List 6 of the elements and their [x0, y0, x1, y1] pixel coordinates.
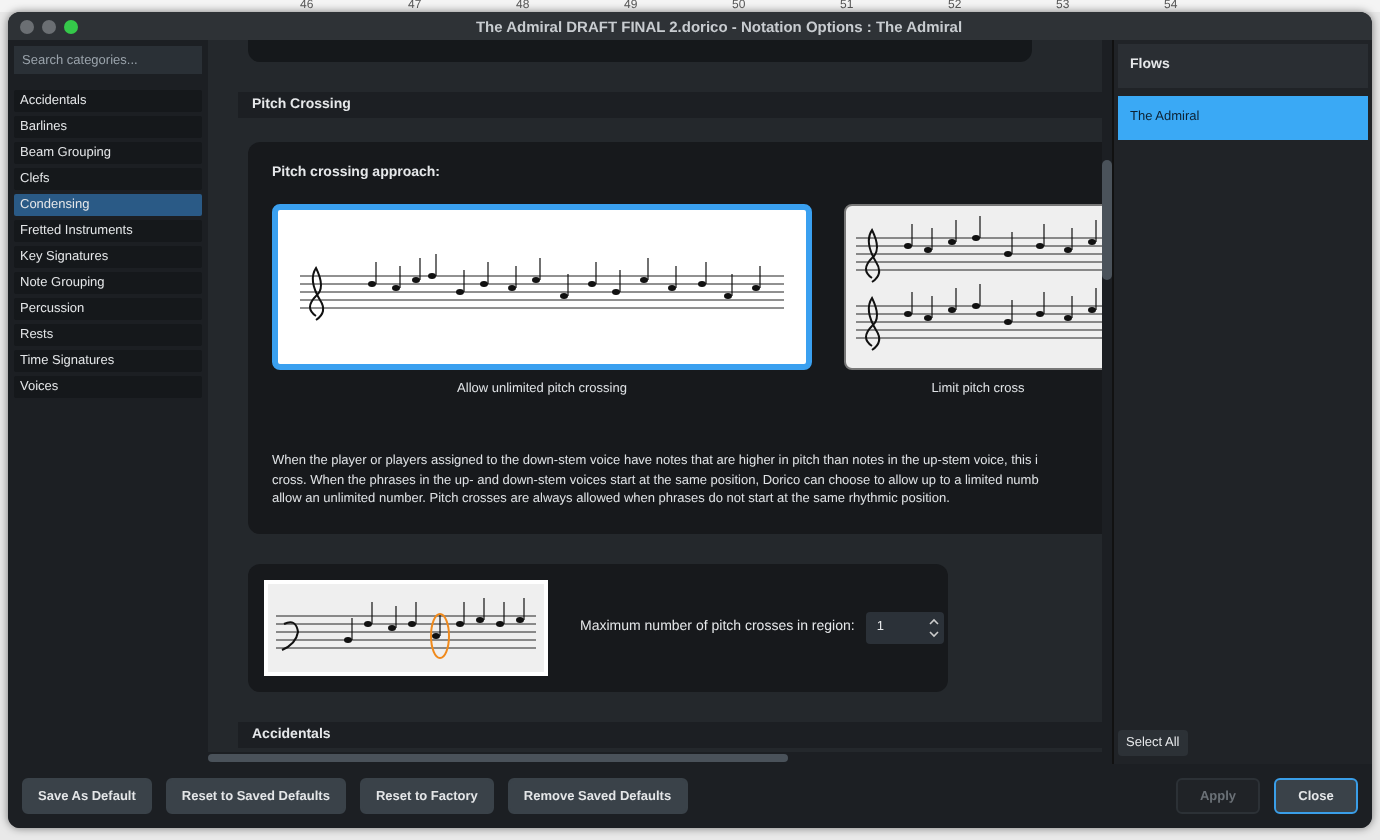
- scrollbar-thumb[interactable]: [1102, 160, 1112, 280]
- zoom-window-icon[interactable]: [64, 19, 78, 33]
- stepper-icon[interactable]: [928, 615, 941, 639]
- close-window-icon[interactable]: [20, 19, 34, 33]
- scrollbar-thumb[interactable]: [208, 754, 788, 762]
- minimize-window-icon[interactable]: [42, 19, 56, 33]
